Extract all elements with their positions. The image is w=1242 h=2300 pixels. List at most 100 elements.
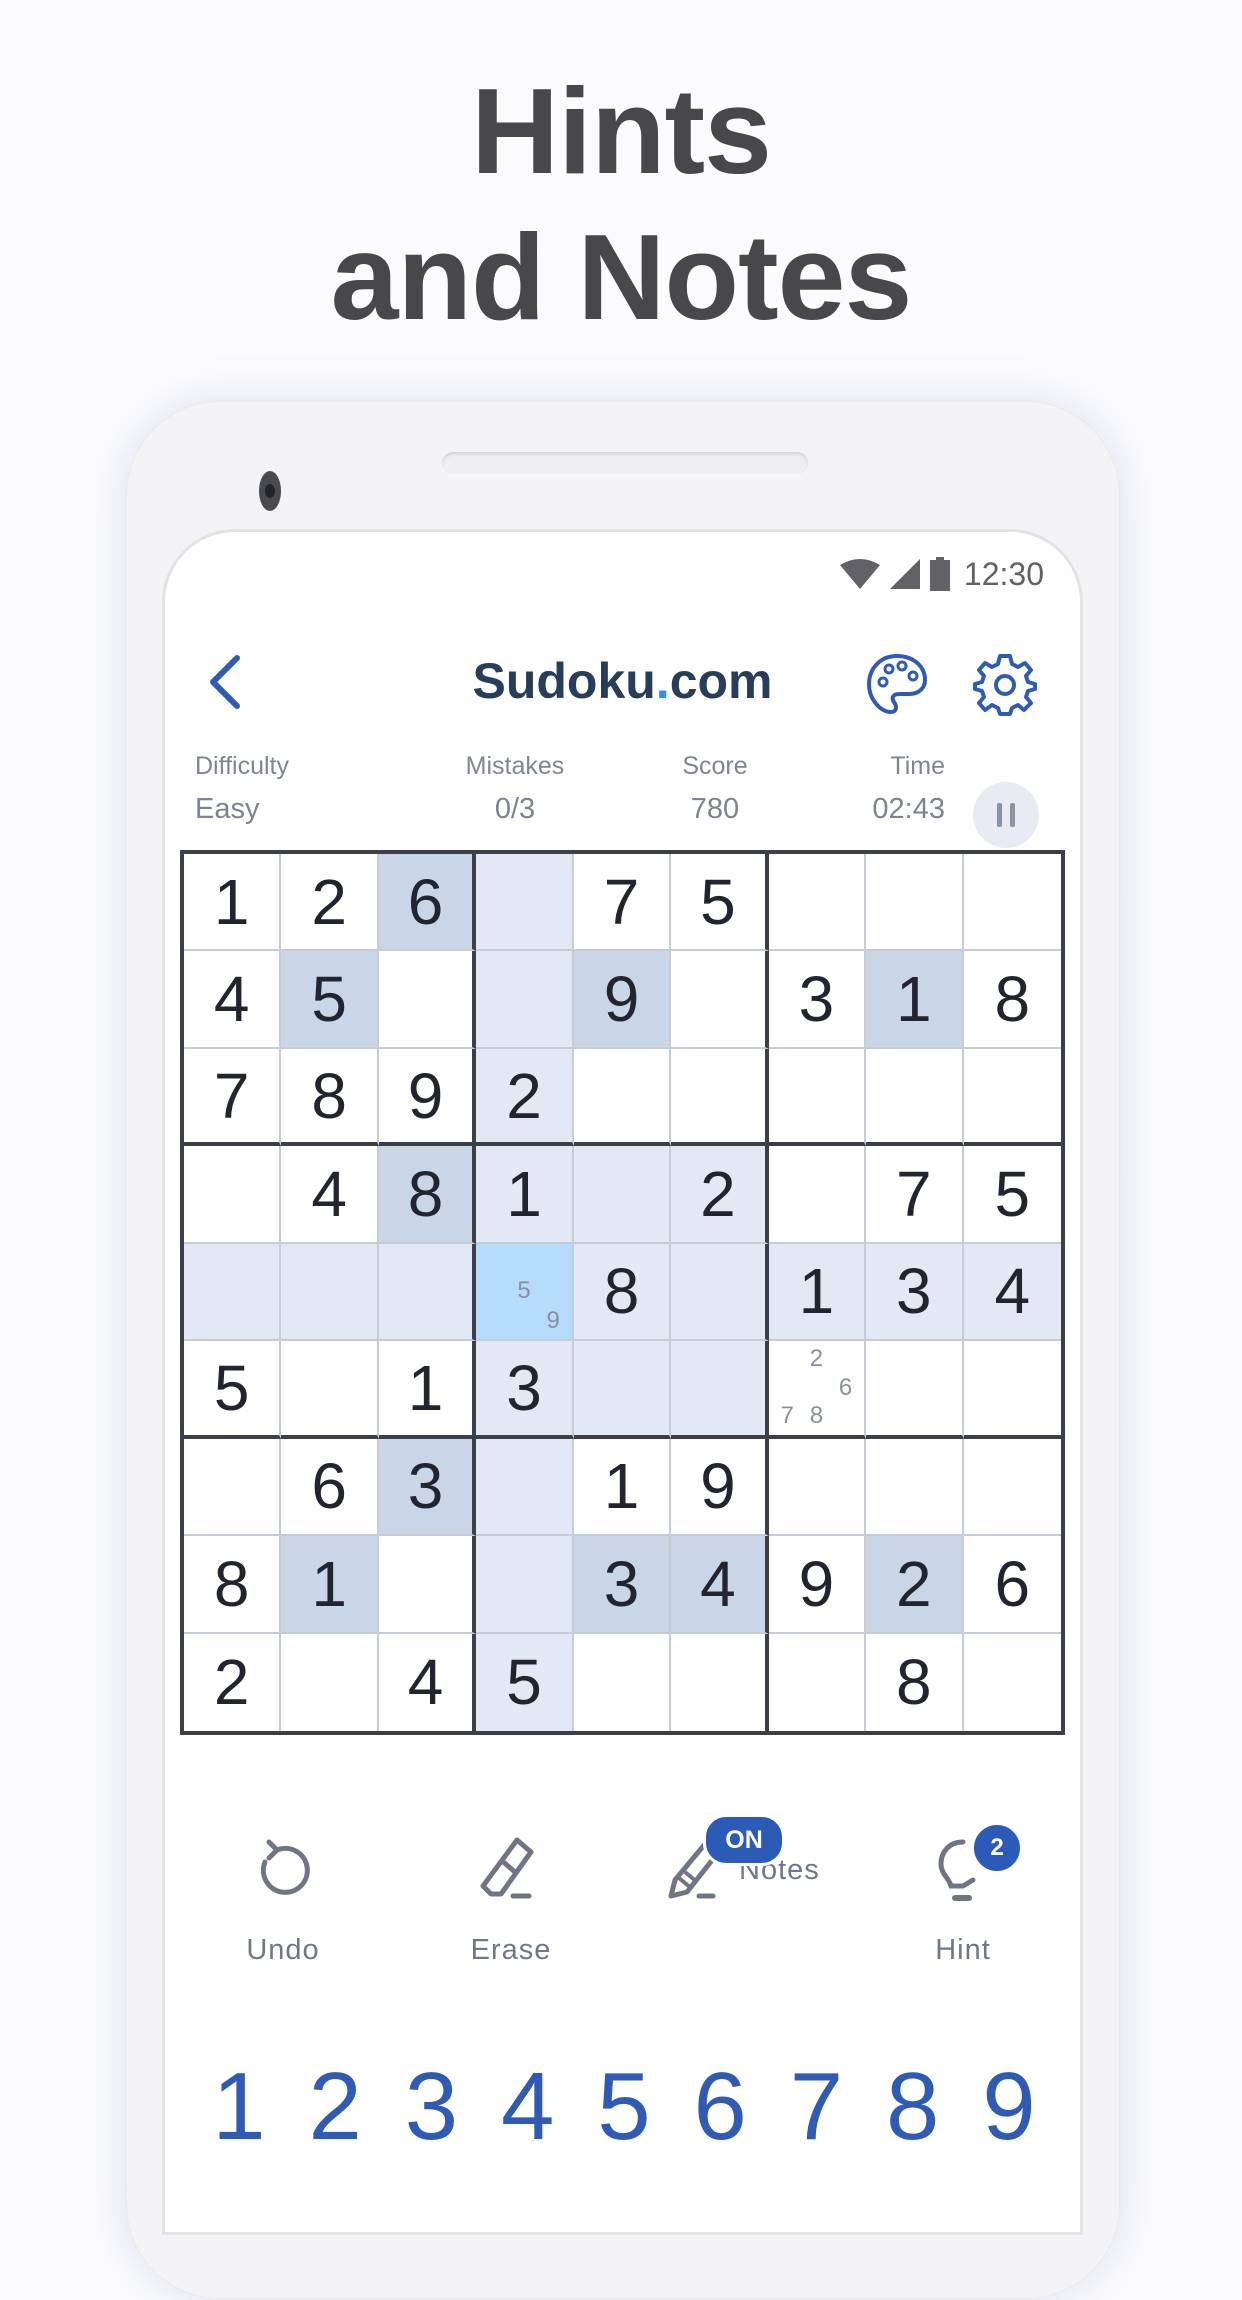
sudoku-cell[interactable]: 5: [671, 854, 769, 952]
sudoku-cell[interactable]: [768, 1146, 867, 1244]
numpad-key[interactable]: 4: [488, 2052, 568, 2162]
sudoku-cell[interactable]: 9: [671, 1438, 769, 1537]
sudoku-cell[interactable]: 1: [281, 1536, 379, 1634]
sudoku-cell[interactable]: [476, 1536, 574, 1634]
sudoku-cell[interactable]: 2: [281, 854, 379, 952]
sudoku-cell[interactable]: [281, 1341, 379, 1439]
sudoku-cell[interactable]: [573, 1146, 672, 1244]
sudoku-cell[interactable]: [671, 951, 769, 1049]
sudoku-cell[interactable]: 6: [378, 854, 477, 952]
sudoku-cell[interactable]: 5: [281, 951, 379, 1049]
sudoku-cell[interactable]: 1: [573, 1438, 672, 1537]
sudoku-cell[interactable]: 3: [866, 1243, 964, 1342]
pause-button[interactable]: [973, 782, 1039, 848]
sudoku-cell[interactable]: [866, 854, 964, 952]
sudoku-cell[interactable]: 8: [963, 951, 1061, 1049]
sudoku-cell[interactable]: 4: [963, 1243, 1061, 1342]
sudoku-cell[interactable]: 4: [671, 1536, 769, 1634]
sudoku-cell[interactable]: 4: [281, 1146, 379, 1244]
sudoku-cell[interactable]: [476, 854, 574, 952]
sudoku-cell[interactable]: 8: [184, 1536, 282, 1634]
sudoku-cell[interactable]: 8: [378, 1146, 477, 1244]
sudoku-cell[interactable]: [963, 1341, 1061, 1439]
sudoku-cell[interactable]: 5: [184, 1341, 282, 1439]
sudoku-cell[interactable]: [866, 1438, 964, 1537]
sudoku-cell[interactable]: [768, 1633, 867, 1731]
hint-button[interactable]: 2 Hint: [883, 1822, 1043, 1967]
sudoku-cell[interactable]: [963, 1633, 1061, 1731]
sudoku-cell[interactable]: 4: [184, 951, 282, 1049]
numpad-key[interactable]: 7: [777, 2052, 857, 2162]
sudoku-cell[interactable]: 2: [476, 1048, 574, 1147]
sudoku-cell[interactable]: 5: [476, 1633, 574, 1731]
sudoku-cell[interactable]: 1: [184, 854, 282, 952]
sudoku-cell[interactable]: [963, 1438, 1061, 1537]
sudoku-cell[interactable]: [378, 1243, 477, 1342]
sudoku-cell[interactable]: [963, 1048, 1061, 1147]
numpad-key[interactable]: 8: [873, 2052, 953, 2162]
sudoku-cell[interactable]: [866, 1341, 964, 1439]
sudoku-cell[interactable]: [378, 951, 477, 1049]
sudoku-cell[interactable]: 3: [476, 1341, 574, 1439]
numpad-key[interactable]: 9: [969, 2052, 1049, 2162]
sudoku-cell[interactable]: 8: [866, 1633, 964, 1731]
sudoku-cell[interactable]: [963, 854, 1061, 952]
sudoku-cell[interactable]: 8: [573, 1243, 672, 1342]
sudoku-cell[interactable]: [184, 1146, 282, 1244]
numpad-key[interactable]: 5: [584, 2052, 664, 2162]
sudoku-cell[interactable]: [573, 1633, 672, 1731]
sudoku-cell[interactable]: [184, 1438, 282, 1537]
sudoku-cell[interactable]: [476, 951, 574, 1049]
sudoku-cell[interactable]: [573, 1341, 672, 1439]
theme-button[interactable]: [865, 652, 929, 716]
sudoku-cell[interactable]: 2: [866, 1536, 964, 1634]
sudoku-cell[interactable]: 2: [671, 1146, 769, 1244]
sudoku-cell[interactable]: 2: [184, 1633, 282, 1731]
sudoku-cell[interactable]: 8: [281, 1048, 379, 1147]
sudoku-cell[interactable]: [671, 1633, 769, 1731]
sudoku-cell[interactable]: [476, 1438, 574, 1537]
sudoku-cell[interactable]: [184, 1243, 282, 1342]
sudoku-cell[interactable]: 3: [573, 1536, 672, 1634]
sudoku-cell[interactable]: 7: [184, 1048, 282, 1147]
sudoku-cell[interactable]: 9: [573, 951, 672, 1049]
sudoku-cell[interactable]: [671, 1243, 769, 1342]
cell-notes: 59: [480, 1248, 567, 1335]
sudoku-cell[interactable]: [866, 1048, 964, 1147]
sudoku-cell[interactable]: 3: [768, 951, 867, 1049]
sudoku-cell[interactable]: 59: [476, 1243, 574, 1342]
sudoku-cell[interactable]: [378, 1536, 477, 1634]
sudoku-cell[interactable]: 1: [378, 1341, 477, 1439]
sudoku-cell[interactable]: 1: [866, 951, 964, 1049]
erase-button[interactable]: Erase: [431, 1832, 591, 1967]
sudoku-cell[interactable]: 5: [963, 1146, 1061, 1244]
sudoku-cell[interactable]: [671, 1341, 769, 1439]
sudoku-cell[interactable]: [281, 1633, 379, 1731]
settings-button[interactable]: [973, 652, 1037, 716]
sudoku-cell[interactable]: 7: [573, 854, 672, 952]
difficulty-label: Difficulty: [195, 752, 290, 780]
sudoku-cell[interactable]: 9: [768, 1536, 867, 1634]
sudoku-cell[interactable]: [671, 1048, 769, 1147]
sudoku-cell[interactable]: 4: [378, 1633, 477, 1731]
sudoku-cell[interactable]: 26 78: [768, 1341, 867, 1439]
undo-button[interactable]: Undo: [203, 1832, 363, 1967]
sudoku-cell[interactable]: [573, 1048, 672, 1147]
sudoku-cell[interactable]: 1: [768, 1243, 867, 1342]
numpad-key[interactable]: 1: [199, 2052, 279, 2162]
numpad-key[interactable]: 2: [295, 2052, 375, 2162]
sudoku-cell[interactable]: [768, 854, 867, 952]
sudoku-cell[interactable]: [768, 1048, 867, 1147]
numpad-key[interactable]: 3: [392, 2052, 472, 2162]
sudoku-cell[interactable]: 3: [378, 1438, 477, 1537]
cell-value: 8: [603, 1255, 640, 1328]
sudoku-cell[interactable]: 7: [866, 1146, 964, 1244]
sudoku-cell[interactable]: 1: [476, 1146, 574, 1244]
sudoku-cell[interactable]: 6: [281, 1438, 379, 1537]
notes-toggle[interactable]: ON Notes: [659, 1814, 819, 1968]
numpad-key[interactable]: 6: [680, 2052, 760, 2162]
sudoku-cell[interactable]: [768, 1438, 867, 1537]
sudoku-cell[interactable]: [281, 1243, 379, 1342]
sudoku-cell[interactable]: 6: [963, 1536, 1061, 1634]
sudoku-cell[interactable]: 9: [378, 1048, 477, 1147]
